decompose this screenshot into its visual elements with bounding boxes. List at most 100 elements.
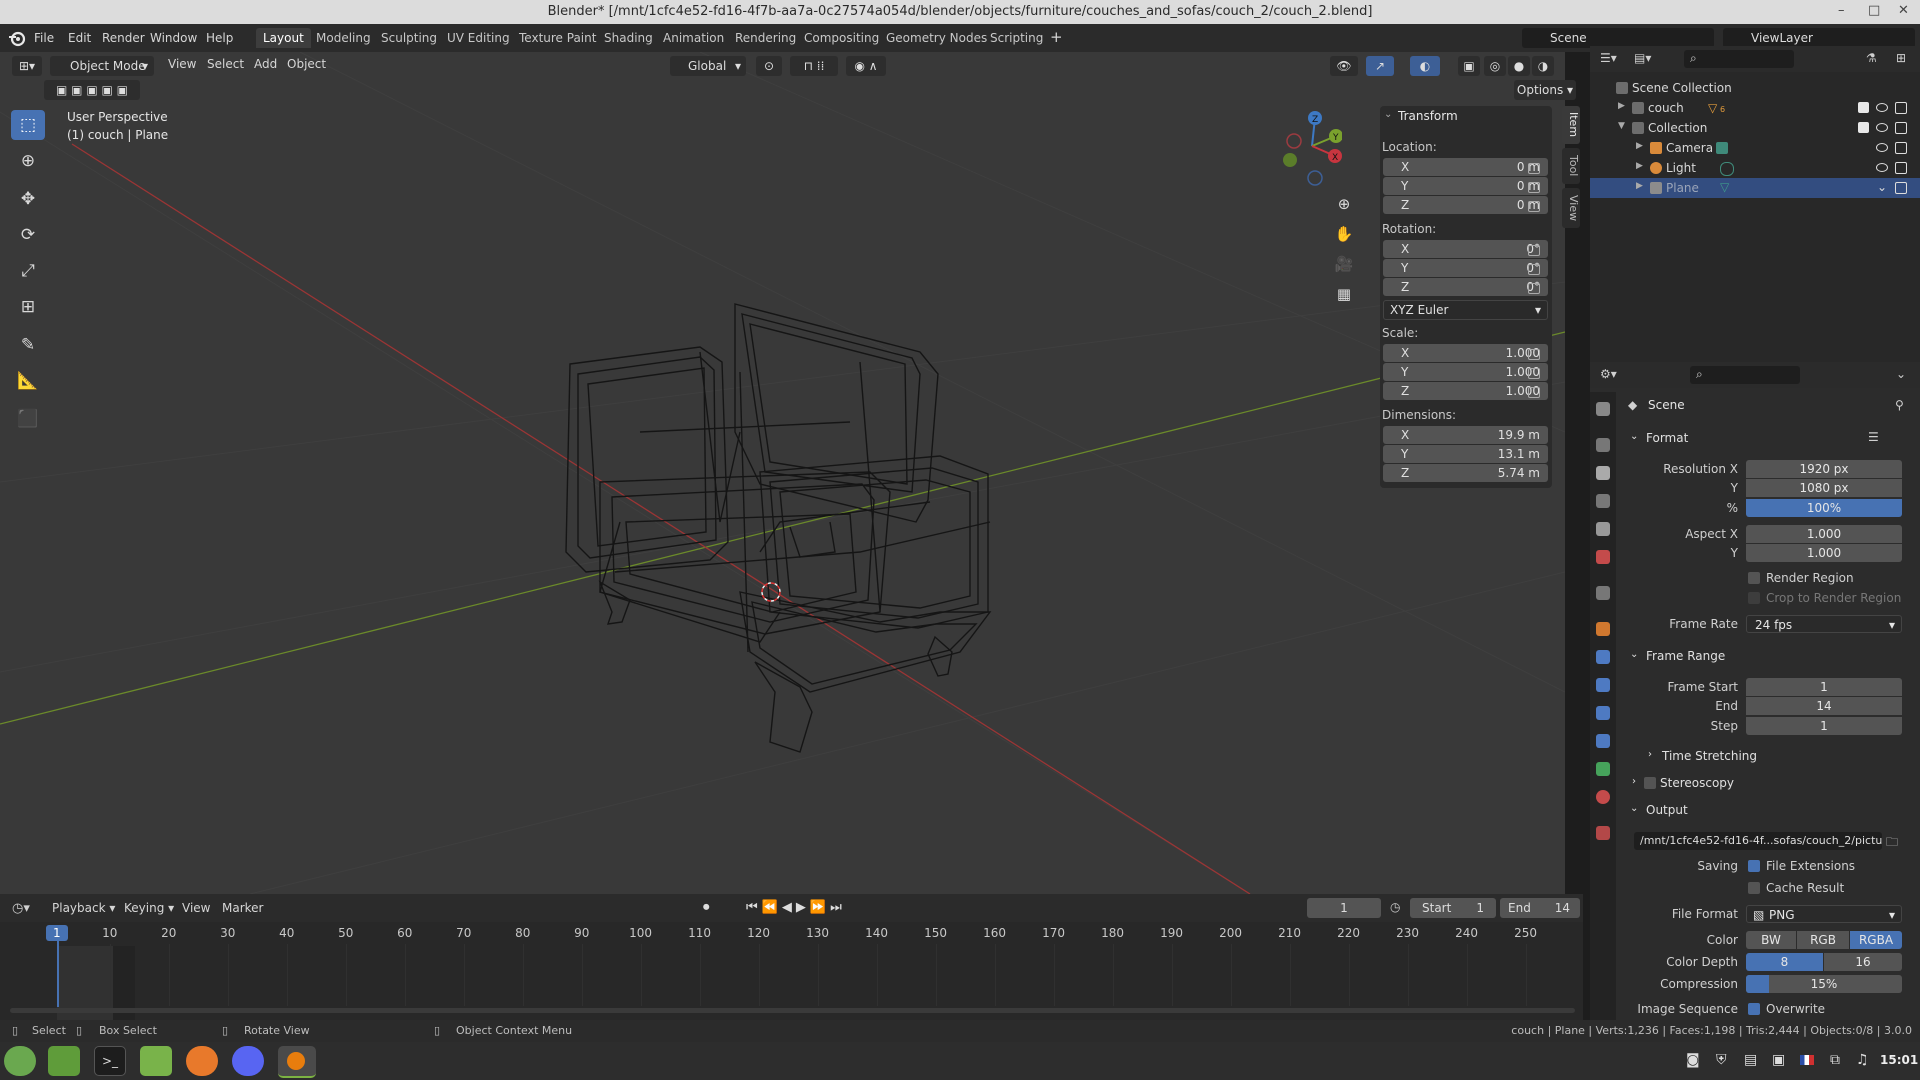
- cursor-tool-icon[interactable]: ⊕: [11, 146, 45, 176]
- scene-selector[interactable]: Scene: [1522, 28, 1714, 48]
- lock-icon[interactable]: [1528, 264, 1540, 275]
- show-desktop-icon[interactable]: [48, 1046, 80, 1076]
- playback-controls[interactable]: ⏮⏪◀▶⏩⏭: [746, 900, 846, 915]
- collapse-icon[interactable]: ⌄: [1630, 649, 1638, 660]
- maximize-icon[interactable]: □: [1868, 3, 1880, 18]
- scale-z-field[interactable]: Z 1.000: [1383, 382, 1548, 400]
- notes-tray-icon[interactable]: ▣: [1772, 1052, 1785, 1068]
- pivot-point-icon[interactable]: ⊙: [756, 56, 782, 76]
- outliner-editor-icon[interactable]: ☰▾: [1600, 51, 1617, 65]
- file-extensions-checkbox[interactable]: [1748, 860, 1760, 872]
- stereoscopy-checkbox[interactable]: [1644, 777, 1656, 789]
- scene-tab-icon[interactable]: [1596, 522, 1610, 536]
- resolution-percentage-field[interactable]: 100%: [1746, 499, 1902, 517]
- location-y-field[interactable]: Y0 m: [1383, 177, 1548, 195]
- discord-tray-icon[interactable]: ◙: [1686, 1052, 1700, 1068]
- clipboard-tray-icon[interactable]: ▤: [1744, 1052, 1757, 1068]
- data-tab-icon[interactable]: [1596, 762, 1610, 776]
- selection-mode-buttons[interactable]: ▣ ▣ ▣ ▣ ▣: [44, 80, 140, 100]
- lock-icon[interactable]: [1528, 245, 1540, 256]
- terminal-icon[interactable]: >_: [94, 1046, 126, 1076]
- gizmo-toggle-icon[interactable]: ↗: [1366, 56, 1394, 76]
- blender-logo-icon[interactable]: [8, 29, 26, 47]
- frame-range-section-header[interactable]: Frame Range: [1646, 649, 1725, 663]
- menu-edit[interactable]: Edit: [68, 31, 91, 45]
- lock-icon[interactable]: [1528, 387, 1540, 398]
- outliner-search-input[interactable]: ⌕: [1684, 50, 1794, 68]
- world-tab-icon[interactable]: [1596, 550, 1610, 564]
- scale-y-field[interactable]: Y 1.000: [1383, 363, 1548, 381]
- scale-x-field[interactable]: X 1.000: [1383, 344, 1548, 362]
- view-layer-tab-icon[interactable]: [1596, 494, 1610, 508]
- color-bw-button[interactable]: BW: [1746, 931, 1796, 949]
- frame-step-field[interactable]: 1: [1746, 717, 1902, 735]
- location-x-field[interactable]: X0 m: [1383, 158, 1548, 176]
- discord-icon[interactable]: [232, 1046, 264, 1076]
- expand-icon[interactable]: ›: [1648, 749, 1652, 760]
- timeline-scrollbar[interactable]: [10, 1008, 1575, 1013]
- outliner-item-light[interactable]: ▶ Light: [1590, 158, 1920, 178]
- panel-collapse-icon[interactable]: ⌄: [1384, 109, 1392, 120]
- playback-menu[interactable]: Playback ▾: [52, 901, 115, 915]
- rotate-tool-icon[interactable]: ⟳: [11, 220, 45, 250]
- viewport-menu-add[interactable]: Add: [254, 57, 277, 71]
- tab-modeling[interactable]: Modeling: [309, 28, 378, 48]
- render-camera-icon[interactable]: [1895, 182, 1907, 194]
- location-z-field[interactable]: Z0 m: [1383, 196, 1548, 214]
- format-section-header[interactable]: Format: [1646, 431, 1688, 445]
- annotate-tool-icon[interactable]: ✎: [11, 330, 45, 360]
- timeline-editor-icon[interactable]: ◷▾: [12, 901, 30, 916]
- close-icon[interactable]: ✕: [1898, 3, 1909, 18]
- output-section-header[interactable]: Output: [1646, 803, 1688, 817]
- tab-item[interactable]: Item: [1562, 106, 1580, 144]
- display-mode-icon[interactable]: ▤▾: [1634, 51, 1651, 65]
- resolution-y-field[interactable]: 1080 px: [1746, 479, 1902, 497]
- color-depth-16-button[interactable]: 16: [1824, 953, 1902, 971]
- tab-layout[interactable]: Layout: [256, 28, 311, 48]
- render-camera-icon[interactable]: [1895, 102, 1907, 114]
- shading-wireframe-icon[interactable]: ◎: [1484, 56, 1506, 76]
- timeline-view-menu[interactable]: View: [182, 901, 210, 915]
- snap-icon[interactable]: ⊓ ⁞⁞: [790, 56, 838, 76]
- rotation-mode-dropdown[interactable]: XYZ Euler ▾: [1383, 300, 1548, 320]
- network-tray-icon[interactable]: ⧉: [1830, 1052, 1840, 1068]
- properties-editor-icon[interactable]: ⚙▾: [1600, 367, 1617, 381]
- expand-icon[interactable]: ▶: [1636, 161, 1643, 171]
- tab-compositing[interactable]: Compositing: [797, 28, 886, 48]
- lock-icon[interactable]: [1528, 283, 1540, 294]
- transform-orientation-dropdown[interactable]: Global ▾: [670, 56, 746, 76]
- tab-sculpting[interactable]: Sculpting: [374, 28, 444, 48]
- mint-menu-icon[interactable]: [4, 1046, 36, 1076]
- frame-rate-dropdown[interactable]: 24 fps ▾: [1746, 615, 1902, 633]
- tab-tool[interactable]: Tool: [1562, 148, 1580, 184]
- overlay-toggle-icon[interactable]: ◐: [1410, 56, 1440, 76]
- expand-icon[interactable]: ▶: [1636, 141, 1643, 151]
- modifier-tab-icon[interactable]: [1596, 650, 1610, 664]
- render-camera-icon[interactable]: [1895, 122, 1907, 134]
- editor-type-selector[interactable]: ⊞▾: [12, 56, 42, 76]
- lock-icon[interactable]: [1528, 182, 1540, 193]
- pan-hand-icon[interactable]: ✋: [1330, 220, 1358, 248]
- record-icon[interactable]: ⏺: [703, 900, 710, 915]
- add-cube-tool-icon[interactable]: ⬛: [11, 404, 45, 434]
- eye-icon[interactable]: [1876, 143, 1888, 152]
- shading-material-icon[interactable]: ◑: [1532, 56, 1554, 76]
- pin-icon[interactable]: ⚲: [1895, 398, 1904, 412]
- properties-search-input[interactable]: ⌕: [1690, 366, 1800, 384]
- navigation-gizmo[interactable]: Z Y X: [1272, 108, 1342, 188]
- expand-icon[interactable]: ›: [1632, 776, 1636, 787]
- keying-menu[interactable]: Keying ▾: [124, 901, 174, 915]
- lock-icon[interactable]: [1528, 349, 1540, 360]
- tool-tab-icon[interactable]: [1596, 402, 1610, 416]
- outliner-item-camera[interactable]: ▶ Camera: [1590, 138, 1920, 158]
- frame-start-field[interactable]: 1: [1746, 678, 1902, 696]
- dimensions-z-field[interactable]: Z 5.74 m: [1383, 464, 1548, 482]
- cache-result-checkbox[interactable]: [1748, 882, 1760, 894]
- viewport-menu-object[interactable]: Object: [287, 57, 326, 71]
- view-layer-selector[interactable]: ViewLayer: [1723, 28, 1915, 48]
- end-frame-field[interactable]: End 14: [1500, 898, 1580, 918]
- current-frame-field[interactable]: 1: [1307, 898, 1381, 918]
- tab-shading[interactable]: Shading: [597, 28, 660, 48]
- start-frame-field[interactable]: Start 1: [1410, 898, 1496, 918]
- filter-icon[interactable]: ⚗: [1866, 51, 1877, 65]
